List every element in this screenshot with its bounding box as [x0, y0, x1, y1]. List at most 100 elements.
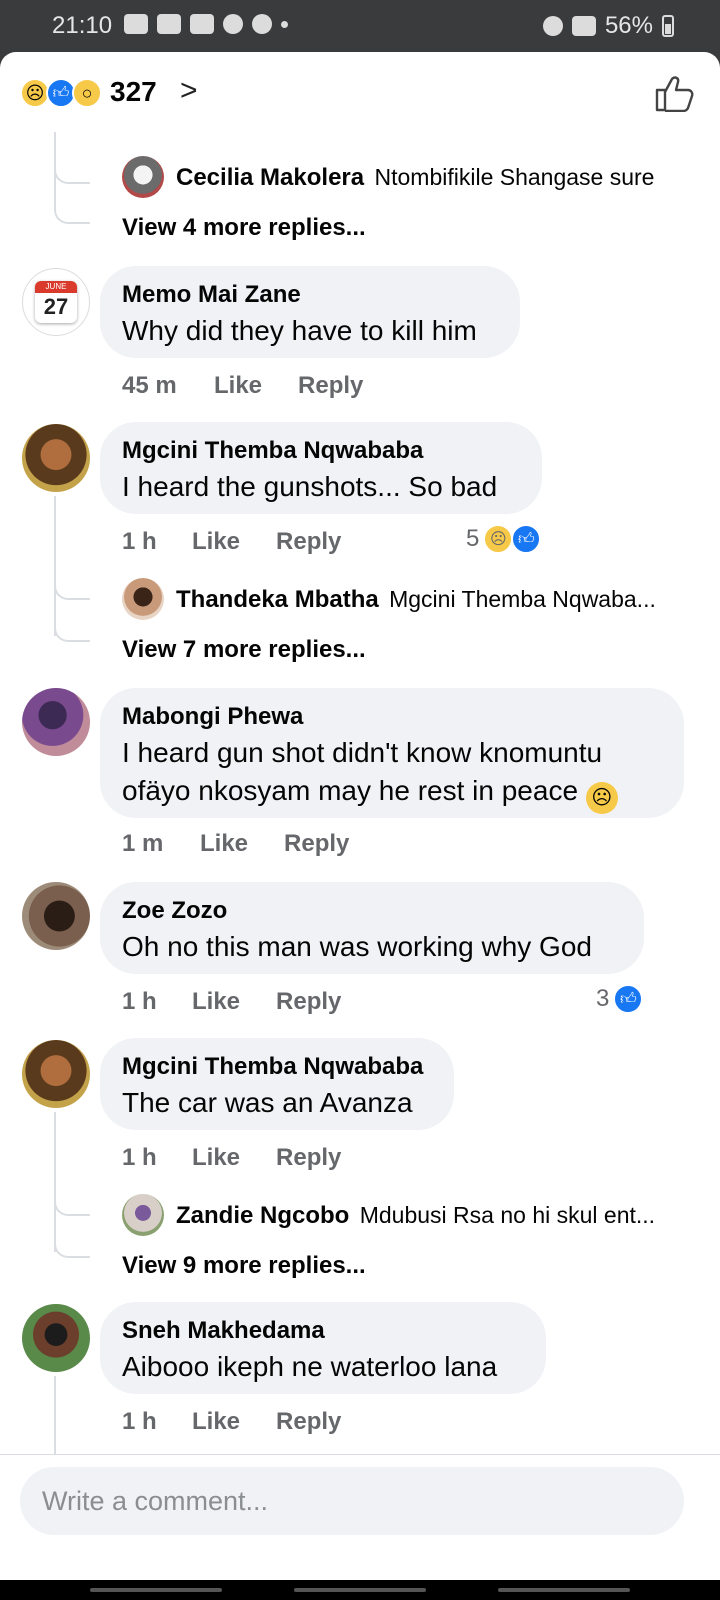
battery-percent: 56% [604, 12, 653, 39]
comment-text: Oh no this man was working why God [122, 931, 592, 962]
comment-bubble[interactable]: Mgcini Themba Nqwababa The car was an Av… [100, 1038, 454, 1130]
comment-bubble[interactable]: Sneh Makhedama Aibooo ikeph ne waterloo … [100, 1302, 546, 1394]
notification-icons [124, 14, 288, 34]
comment-time: 1 h [122, 1408, 157, 1435]
like-button[interactable]: Like [192, 1408, 240, 1436]
avatar[interactable] [22, 882, 90, 950]
view-more-replies[interactable]: View 4 more replies... [122, 214, 366, 242]
reply-text: Ntombifikile Shangase sure [374, 164, 655, 190]
avatar[interactable] [22, 1304, 90, 1372]
reaction-summary[interactable]: 5 ☹ 👍︎ [466, 524, 542, 554]
reply-preview[interactable]: Cecilia Makolera Ntombifikile Shangase s… [176, 164, 654, 192]
reply-text: Mdubusi Rsa no hi skul ent... [359, 1202, 656, 1228]
comment-text: Why did they have to kill him [122, 315, 477, 346]
youtube-icon [124, 14, 148, 34]
reply-author[interactable]: Cecilia Makolera [176, 164, 364, 191]
twitter-icon [223, 14, 243, 34]
like-emoji-icon: 👍︎ [613, 984, 644, 1014]
view-more-replies[interactable]: View 7 more replies... [122, 636, 366, 664]
avatar[interactable] [22, 1040, 90, 1108]
reply-button[interactable]: Reply [276, 1408, 341, 1436]
status-time: 21:10 [52, 12, 113, 39]
avatar[interactable] [22, 688, 90, 756]
calendar-icon: JUNE 27 [35, 281, 77, 323]
comment-author[interactable]: Mabongi Phewa [122, 702, 662, 732]
system-nav-bar [0, 1580, 720, 1600]
sad-emoji-icon: ☹ [483, 524, 514, 554]
reply-avatar[interactable] [122, 578, 164, 620]
reaction-count: 3 [596, 985, 610, 1012]
view-more-replies[interactable]: View 9 more replies... [122, 1252, 366, 1280]
status-bar: 21:10 56% [0, 0, 720, 52]
comment-author[interactable]: Mgcini Themba Nqwababa [122, 436, 520, 466]
comment-author[interactable]: Memo Mai Zane [122, 280, 498, 310]
reply-text: Mgcini Themba Nqwaba... [389, 586, 656, 612]
more-dot-icon [281, 20, 288, 28]
comment-input[interactable]: Write a comment... [20, 1467, 684, 1535]
reaction-icons: ☹ 👍︎ ○ [20, 78, 102, 108]
comment-actions: 45 m Like Reply [122, 372, 363, 400]
reply-author[interactable]: Zandie Ngcobo [176, 1202, 349, 1229]
comment-actions: 1 h Like Reply [122, 1408, 341, 1436]
thread-connector [54, 1236, 90, 1258]
comment-author[interactable]: Mgcini Themba Nqwababa [122, 1052, 432, 1082]
comment-actions: 1 h Like Reply [122, 988, 341, 1016]
wow-emoji-icon: ○ [72, 78, 102, 108]
comments-sheet: ☹ 👍︎ ○ 327 > Cecilia Makolera Ntombifiki… [0, 52, 720, 1580]
pinwheel-icon [252, 14, 272, 34]
like-thumb-icon[interactable] [654, 74, 694, 112]
alarm-icon [542, 16, 563, 36]
reply-author[interactable]: Thandeka Mbatha [176, 586, 379, 613]
comment-time: 1 h [122, 528, 157, 555]
reply-avatar[interactable] [122, 1194, 164, 1236]
comment-bubble[interactable]: Mgcini Themba Nqwababa I heard the gunsh… [100, 422, 542, 514]
chevron-right-icon[interactable]: > [180, 74, 198, 108]
reaction-count: 327 [110, 76, 157, 107]
reply-button[interactable]: Reply [298, 372, 363, 400]
comment-actions: 1 h Like Reply [122, 1144, 341, 1172]
reactions-header[interactable]: ☹ 👍︎ ○ 327 > [0, 52, 720, 132]
thread-connector [54, 162, 90, 184]
avatar[interactable]: JUNE 27 [22, 268, 90, 336]
comment-author[interactable]: Sneh Makhedama [122, 1316, 524, 1346]
system-icons: 56% [542, 12, 674, 40]
downcast-sweat-emoji-icon: ☹ [585, 782, 618, 814]
like-button[interactable]: Like [200, 830, 248, 858]
comment-time: 1 h [122, 1144, 157, 1171]
reply-preview[interactable]: Thandeka Mbatha Mgcini Themba Nqwaba... [176, 586, 656, 614]
like-emoji-icon: 👍︎ [511, 524, 542, 554]
like-button[interactable]: Like [192, 528, 240, 556]
like-button[interactable]: Like [214, 372, 262, 400]
reply-button[interactable]: Reply [276, 988, 341, 1016]
thread-connector [54, 202, 90, 224]
avatar[interactable] [22, 424, 90, 492]
reply-preview[interactable]: Zandie Ngcobo Mdubusi Rsa no hi skul ent… [176, 1202, 655, 1230]
reply-button[interactable]: Reply [284, 830, 349, 858]
reply-button[interactable]: Reply [276, 1144, 341, 1172]
comment-bubble[interactable]: Mabongi Phewa I heard gun shot didn't kn… [100, 688, 684, 818]
comment-bubble[interactable]: Zoe Zozo Oh no this man was working why … [100, 882, 644, 974]
battery-icon [662, 15, 674, 37]
comment-text: Aibooo ikeph ne waterloo lana [122, 1351, 498, 1382]
comment-bubble[interactable]: Memo Mai Zane Why did they have to kill … [100, 266, 520, 358]
nav-handle[interactable] [294, 1588, 426, 1592]
comment-composer: Write a comment... [0, 1454, 720, 1580]
like-button[interactable]: Like [192, 1144, 240, 1172]
thread-line [54, 1376, 56, 1454]
like-button[interactable]: Like [192, 988, 240, 1016]
nav-handle[interactable] [498, 1588, 630, 1592]
inbox-icon [157, 14, 181, 34]
comment-author[interactable]: Zoe Zozo [122, 896, 622, 926]
comment-actions: 1 h Like Reply [122, 528, 341, 556]
reaction-summary[interactable]: 3 👍︎ [596, 984, 644, 1014]
comment-time: 45 m [122, 372, 177, 399]
comment-text: The car was an Avanza [122, 1087, 413, 1118]
comment-input-placeholder: Write a comment... [42, 1485, 269, 1516]
nav-handle[interactable] [90, 1588, 222, 1592]
thread-line [54, 496, 56, 636]
reply-avatar[interactable] [122, 156, 164, 198]
reply-button[interactable]: Reply [276, 528, 341, 556]
comment-time: 1 m [122, 830, 164, 857]
wifi-icon [571, 16, 596, 36]
comment-time: 1 h [122, 988, 157, 1015]
